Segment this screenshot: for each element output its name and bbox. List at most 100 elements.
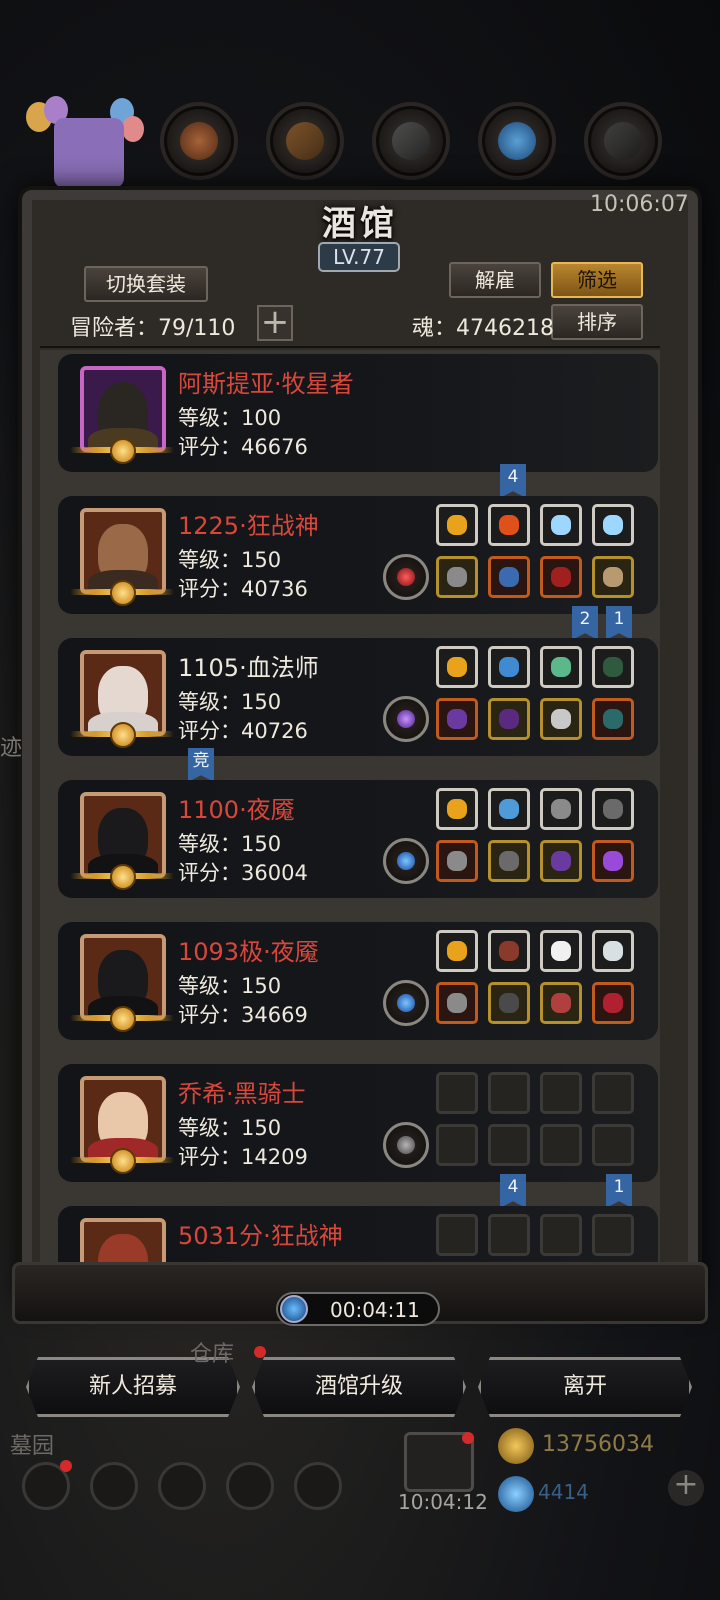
crown-equipment-icon[interactable]	[436, 930, 478, 972]
hero-level: 等级：100	[178, 406, 282, 430]
wood-resource-icon[interactable]	[266, 102, 344, 180]
empty-hourglass-slot-icon[interactable]	[540, 1214, 582, 1256]
timer-text: 00:04:11	[330, 1298, 420, 1322]
hero-level: 等级：150	[178, 548, 282, 572]
hero-score: 评分：46676	[178, 435, 308, 459]
crown-equipment-icon[interactable]	[436, 504, 478, 546]
chalice-equipment-icon[interactable]	[540, 788, 582, 830]
gloves-equipment-icon[interactable]	[540, 840, 582, 882]
armor-equipment-icon[interactable]	[488, 982, 530, 1024]
empty-flame-slot-icon[interactable]	[488, 1072, 530, 1114]
book-icon[interactable]	[158, 1462, 206, 1510]
hero-card[interactable]: 1093极·夜魇 等级：150 评分：34669	[58, 922, 658, 1040]
hero-name: 1100·夜魇	[178, 796, 295, 824]
robe-equipment-icon[interactable]	[488, 698, 530, 740]
chest-equipment-icon[interactable]	[488, 930, 530, 972]
empty-weapon-emblem-icon	[383, 1122, 429, 1168]
rank-crest-icon	[70, 1148, 176, 1174]
hero-score: 评分：40726	[178, 719, 308, 743]
upgrade-tavern-button[interactable]: 酒馆升级	[252, 1357, 466, 1417]
empty-flame-slot-icon[interactable]	[488, 1214, 530, 1256]
crown-equipment-icon[interactable]	[436, 788, 478, 830]
blue-blade-icon[interactable]	[488, 788, 530, 830]
empty-hourglass-slot-icon[interactable]	[540, 1072, 582, 1114]
notification-dot	[60, 1460, 72, 1472]
mail-icon[interactable]	[226, 1462, 274, 1510]
hero-list[interactable]: 阿斯提亚·牧星者 等级：100 评分：46676 4 1225·狂战神 等级：1…	[40, 350, 660, 1276]
green-stone-icon[interactable]	[592, 646, 634, 688]
rank-ribbon: 2	[572, 606, 598, 640]
filter-button[interactable]: 筛选	[551, 262, 643, 298]
expand-capacity-button[interactable]: +	[257, 305, 293, 341]
gloves-equipment-icon[interactable]	[540, 982, 582, 1024]
dagger-weapon-icon[interactable]	[436, 982, 478, 1024]
empty-weapon-slot-icon[interactable]	[436, 1124, 478, 1166]
rank-crest-icon	[70, 438, 176, 464]
gift-timer: 10:04:12	[398, 1490, 488, 1514]
flame-equipment-icon[interactable]	[488, 504, 530, 546]
gem-amount: 4414	[538, 1480, 589, 1504]
armor-equipment-icon[interactable]	[488, 840, 530, 882]
add-currency-button[interactable]: +	[668, 1470, 704, 1506]
notification-dot	[254, 1346, 266, 1358]
guild-icon[interactable]	[294, 1462, 342, 1510]
warehouse-label[interactable]: 仓库	[190, 1336, 234, 1368]
empty-armor-slot-icon[interactable]	[488, 1124, 530, 1166]
empty-necklace-slot-icon[interactable]	[436, 1072, 478, 1114]
map-icon[interactable]	[90, 1462, 138, 1510]
emerald-equipment-icon[interactable]	[540, 646, 582, 688]
hero-card[interactable]: 1225·狂战神 等级：150 评分：40736	[58, 496, 658, 614]
orb-equipment-icon[interactable]	[488, 646, 530, 688]
blue-gem-icon[interactable]	[540, 504, 582, 546]
hero-name: 乔希·黑骑士	[178, 1080, 306, 1108]
hero-name: 5031分·狂战神	[178, 1222, 343, 1250]
food-resource-icon[interactable]	[160, 102, 238, 180]
hero-card[interactable]: 1105·血法师 等级：150 评分：40726	[58, 638, 658, 756]
stone-resource-icon[interactable]	[584, 102, 662, 180]
soul-count: 魂：4746218	[412, 316, 554, 341]
spider-equipment-icon[interactable]	[592, 840, 634, 882]
hero-card[interactable]: 阿斯提亚·牧星者 等级：100 评分：46676	[58, 354, 658, 472]
blue-gem-icon[interactable]	[592, 504, 634, 546]
empty-hourglass-slot-icon[interactable]	[592, 1072, 634, 1114]
crown-equipment-icon[interactable]	[436, 646, 478, 688]
hero-name: 1105·血法师	[178, 654, 319, 682]
heart-amulet-icon[interactable]	[592, 982, 634, 1024]
iron-resource-icon[interactable]	[372, 102, 450, 180]
arena-ribbon: 竞	[188, 748, 214, 782]
hero-score: 评分：40736	[178, 577, 308, 601]
hero-level: 等级：150	[178, 974, 282, 998]
hero-card[interactable]: 乔希·黑骑士 等级：150 评分：14209	[58, 1064, 658, 1182]
empty-ring-slot-icon[interactable]	[540, 1124, 582, 1166]
empty-ring-slot-icon[interactable]	[592, 1124, 634, 1166]
dagger-weapon-icon[interactable]	[436, 840, 478, 882]
boots-equipment-icon[interactable]	[592, 556, 634, 598]
armor-equipment-icon[interactable]	[488, 556, 530, 598]
amulet-equipment-icon[interactable]	[592, 698, 634, 740]
rank-crest-icon	[70, 580, 176, 606]
hero-score: 评分：14209	[178, 1145, 308, 1169]
feather-equipment-icon[interactable]	[540, 930, 582, 972]
hero-name: 阿斯提亚·牧星者	[178, 370, 354, 398]
blue-eye-emblem-icon	[383, 838, 429, 884]
dismiss-button[interactable]: 解雇	[449, 262, 541, 298]
crystal-resource-icon[interactable]	[478, 102, 556, 180]
event-balloons-icon[interactable]	[18, 96, 148, 192]
white-stone-icon[interactable]	[592, 930, 634, 972]
empty-necklace-slot-icon[interactable]	[436, 1214, 478, 1256]
hero-card[interactable]: 1100·夜魇 等级：150 评分：36004	[58, 780, 658, 898]
empty-hourglass-slot-icon[interactable]	[592, 1214, 634, 1256]
switch-outfit-button[interactable]: 切换套装	[84, 266, 208, 302]
staff-weapon-icon[interactable]	[436, 698, 478, 740]
cemetery-label[interactable]: 墓园	[10, 1428, 54, 1460]
gloves-equipment-icon[interactable]	[540, 556, 582, 598]
sort-button[interactable]: 排序	[551, 304, 643, 340]
clock-icon	[280, 1295, 308, 1323]
leave-button[interactable]: 离开	[478, 1357, 692, 1417]
hero-name: 1225·狂战神	[178, 512, 319, 540]
pendant-equipment-icon[interactable]	[592, 788, 634, 830]
rank-ribbon: 1	[606, 606, 632, 640]
axe-weapon-icon[interactable]	[436, 556, 478, 598]
adventurer-count: 冒险者：79/110	[70, 316, 236, 341]
ring-equipment-icon[interactable]	[540, 698, 582, 740]
